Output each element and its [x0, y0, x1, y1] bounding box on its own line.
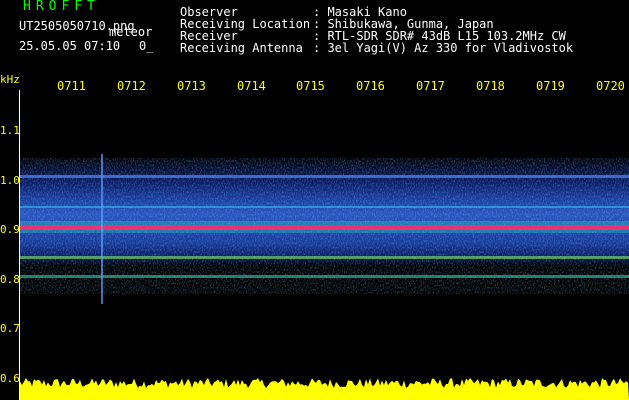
spectrogram: [20, 154, 629, 400]
amplitude-trace: [20, 378, 629, 400]
time-tick: 0717: [416, 79, 445, 93]
hrofft-logo: HROFFT: [23, 0, 100, 14]
time-tick: 0720: [596, 79, 625, 93]
time-tick: 0718: [476, 79, 505, 93]
time-tick: 0713: [177, 79, 206, 93]
time-tick: 0716: [356, 79, 385, 93]
freq-tick: 0.6: [0, 372, 20, 385]
time-tick: 0714: [237, 79, 266, 93]
band-line-0.9: [20, 225, 629, 230]
band-line-0.85: [20, 256, 629, 259]
band-line-0.8: [20, 275, 629, 278]
antenna-label: Receiving Antenna: [180, 41, 303, 55]
antenna-value: : 3el Yagi(V) Az 330 for Vladivostok: [313, 41, 574, 55]
time-tick: 0712: [117, 79, 146, 93]
freq-tick: 0.9: [0, 223, 20, 236]
date-time: 25.05.05 07:10: [19, 39, 121, 53]
freq-tick: 0.8: [0, 273, 20, 286]
freq-tick: 1.1: [0, 124, 20, 137]
header-left: HROFFT UT2505050710.png meteor 25.05.05 …: [0, 0, 170, 70]
freq-tick: 1.0: [0, 174, 20, 187]
band-line-1.0: [20, 175, 629, 178]
time-tick: 0715: [296, 79, 325, 93]
band-line-0.95: [20, 206, 629, 208]
echo-count: 0_: [139, 39, 154, 53]
freq-tick: 0.7: [0, 322, 20, 335]
time-tick: 0719: [536, 79, 565, 93]
meteor-tag: meteor: [109, 25, 153, 39]
time-tick: 0711: [57, 79, 86, 93]
amplitude-fill: [20, 378, 629, 400]
meteor-streak: [101, 154, 103, 304]
freq-unit-label: kHz: [0, 73, 20, 86]
